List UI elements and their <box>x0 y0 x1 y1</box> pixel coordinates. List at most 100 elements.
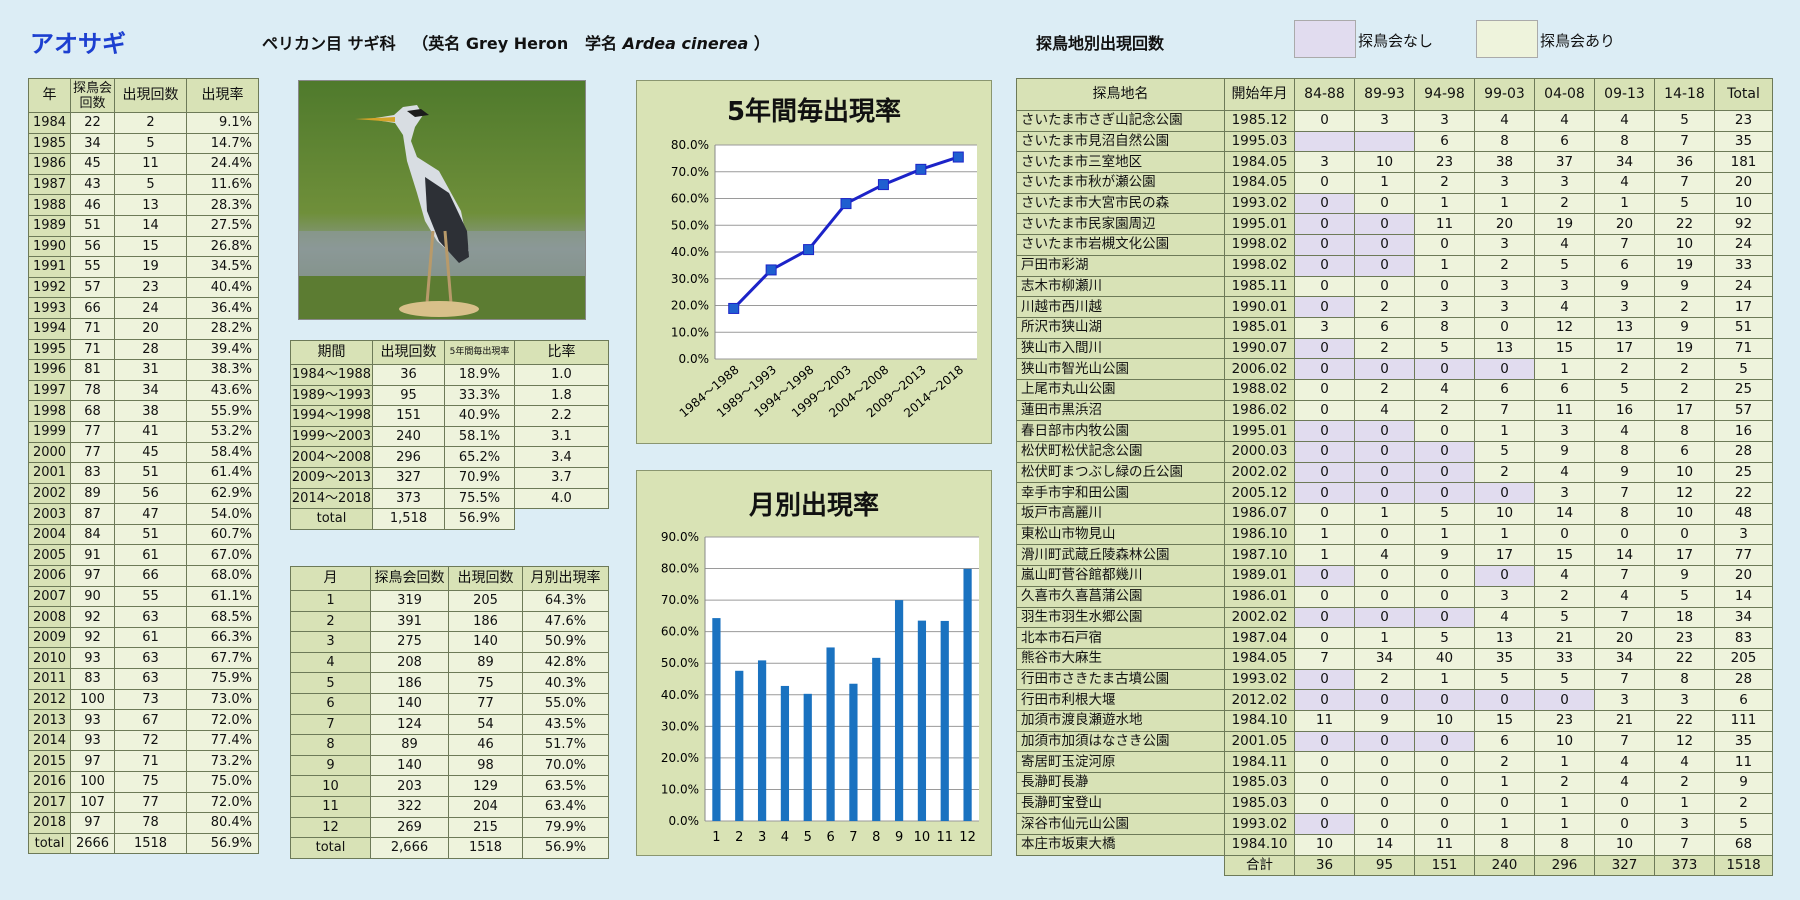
table-cell: 0 <box>1354 813 1415 836</box>
table-cell: 79.9% <box>522 816 609 839</box>
table-cell: 7 <box>1594 668 1655 691</box>
table-cell: 28 <box>114 338 187 361</box>
table-cell: 3 <box>1294 316 1355 339</box>
site-name: 戸田市彩湖 <box>1016 254 1225 277</box>
table-cell: 9 <box>290 754 371 777</box>
table-row: 12 269 215 79.9% <box>290 816 609 839</box>
site-name: さいたま市三室地区 <box>1016 151 1225 174</box>
table-cell: 0 <box>1474 689 1535 711</box>
table-cell: 2010 <box>28 647 71 670</box>
table-cell: 0 <box>1294 792 1355 815</box>
table-cell: 0 <box>1354 441 1415 463</box>
table-cell: 100 <box>70 771 115 793</box>
table-cell: 77 <box>1714 544 1773 567</box>
start-date: 1984.05 <box>1224 172 1295 194</box>
table-row: 2005 91 61 67.0% <box>28 544 259 567</box>
table-cell: 24 <box>114 297 187 319</box>
table-cell: 4 <box>1414 378 1475 401</box>
table-cell: 11 <box>114 153 187 175</box>
table-cell: 1998 <box>28 400 71 422</box>
table-cell: 51.7% <box>522 734 609 756</box>
table-cell: 56 <box>70 235 115 258</box>
site-name: さいたま市秋が瀬公園 <box>1016 172 1225 194</box>
table-cell: 0 <box>1534 689 1595 711</box>
table-cell: 3 <box>1534 420 1595 442</box>
table-cell: 3 <box>1414 296 1475 318</box>
start-date: 1984.11 <box>1224 751 1295 773</box>
period-table: 期間 出現回数 5年間毎出現率 比率 1984～1988 36 18.9% 1.0 1989～… <box>290 340 609 530</box>
table-cell: 23 <box>1714 110 1773 132</box>
table-cell: 71 <box>114 750 187 772</box>
table-cell: 56.9% <box>522 837 609 859</box>
table-row: 所沢市狭山湖 1985.01 3 6 8 0 12 13 9 51 <box>1016 316 1773 339</box>
table-cell: 240 <box>372 425 445 448</box>
table-cell: 1999 <box>28 420 71 443</box>
table-cell: 10 <box>1294 834 1355 856</box>
table-cell: 2 <box>1354 296 1415 318</box>
site-name: 狭山市智光山公園 <box>1016 358 1225 380</box>
bar <box>894 600 904 821</box>
table-cell: 2666 <box>70 832 115 855</box>
table-cell: 1997 <box>28 379 71 402</box>
table-cell: 28 <box>1714 668 1773 691</box>
table-cell: 33.3% <box>444 384 515 407</box>
table-row: 2011 83 63 75.9% <box>28 668 259 690</box>
table-cell: 35 <box>1474 647 1535 670</box>
start-date: 1993.02 <box>1224 813 1295 836</box>
table-cell: 1 <box>290 590 371 612</box>
column-header: 年 <box>28 78 71 113</box>
table-cell: 75.0% <box>186 771 259 793</box>
table-cell: 61.1% <box>186 585 259 608</box>
table-cell: 6 <box>1414 130 1475 153</box>
table-cell: 0 <box>1294 689 1355 711</box>
table-cell: 0 <box>1294 751 1355 773</box>
legend-swatch-event <box>1476 20 1538 58</box>
table-row: 嵐山町菅谷館都幾川 1989.01 0 0 0 0 4 7 9 20 <box>1016 565 1773 587</box>
table-cell: 19 <box>1654 337 1715 360</box>
table-cell: 0 <box>1414 461 1475 484</box>
table-cell: 2001 <box>28 462 71 484</box>
table-cell: 5 <box>290 672 371 694</box>
table-cell: 0 <box>1294 296 1355 318</box>
table-cell: 63 <box>114 606 187 628</box>
table-cell: 40.4% <box>186 276 259 299</box>
table-cell: 10 <box>1714 192 1773 215</box>
table-cell: 391 <box>370 610 449 633</box>
y-tick-label: 90.0% <box>661 530 699 544</box>
table-cell: 64.3% <box>522 590 609 612</box>
table-cell: 0 <box>1354 213 1415 236</box>
table-cell: 40.9% <box>444 405 515 427</box>
table-cell: 9 <box>1594 461 1655 484</box>
table-cell: 1989～1993 <box>290 384 373 407</box>
table-cell: 68.0% <box>186 565 259 587</box>
table-cell: 11 <box>1534 399 1595 422</box>
table-cell: 1 <box>1294 544 1355 567</box>
table-cell: 4 <box>1594 772 1655 794</box>
table-row: さいたま市三室地区 1984.05 3 10 23 38 37 34 36 181 <box>1016 151 1773 174</box>
table-cell: 14 <box>1354 834 1415 856</box>
table-row: 寄居町玉淀河原 1984.11 0 0 0 2 1 4 4 11 <box>1016 751 1773 773</box>
table-cell: 373 <box>1654 854 1715 877</box>
table-row: 松伏町松伏記念公園 2000.03 0 0 0 5 9 8 6 28 <box>1016 441 1773 463</box>
bar <box>826 647 835 821</box>
table-cell: 0 <box>1654 523 1715 546</box>
start-date: 1984.05 <box>1224 647 1295 670</box>
table-cell: 27.5% <box>186 214 259 237</box>
table-row: 11 322 204 63.4% <box>290 795 609 818</box>
y-tick-label: 80.0% <box>671 138 709 152</box>
taxonomy-line: ペリカン目 サギ科 （英名 Grey Heron 学名 Ardea cinere… <box>262 30 770 54</box>
table-cell: 5 <box>1654 110 1715 132</box>
table-cell: 8 <box>1594 130 1655 153</box>
table-cell: 66.3% <box>186 626 259 649</box>
table-cell: 6 <box>1654 441 1715 463</box>
start-date: 2000.03 <box>1224 441 1295 463</box>
table-cell: 0 <box>1354 792 1415 815</box>
site-name: 上尾市丸山公園 <box>1016 378 1225 401</box>
table-cell: 7 <box>1594 606 1655 629</box>
table-cell: 0 <box>1354 461 1415 484</box>
table-cell: 4 <box>1534 110 1595 132</box>
table-cell: 17 <box>1594 337 1655 360</box>
table-cell: 5 <box>1414 627 1475 649</box>
site-name: 川越市西川越 <box>1016 296 1225 318</box>
table-cell: 15 <box>1474 709 1535 732</box>
